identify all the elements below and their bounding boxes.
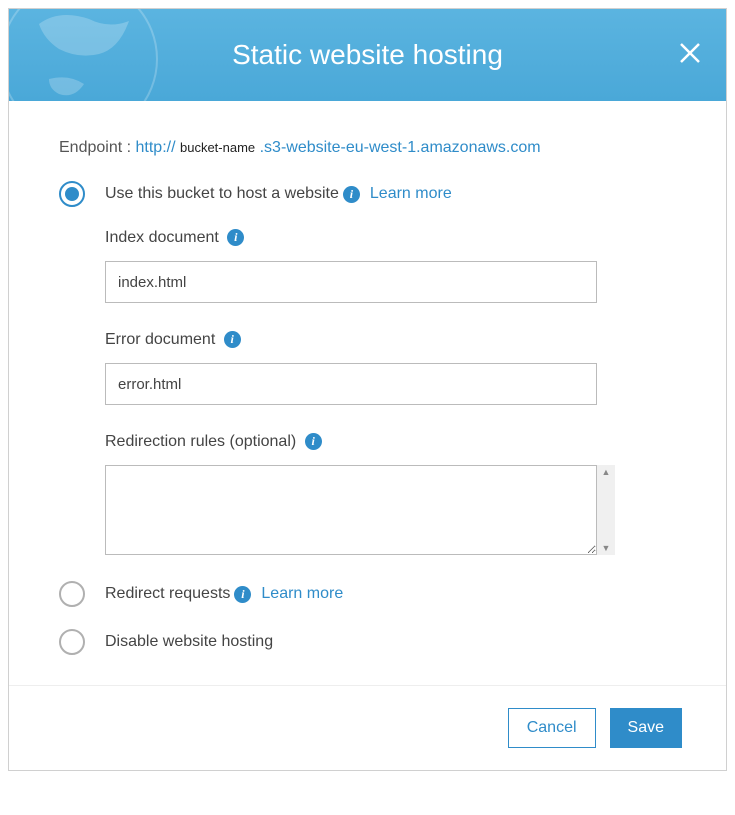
radio-host-website[interactable] [59,181,85,207]
info-icon[interactable]: i [227,229,244,246]
option-disable-hosting[interactable]: Disable website hosting [59,629,676,655]
dialog-content: Endpoint : http:// bucket-name .s3-websi… [9,101,726,685]
endpoint-row: Endpoint : http:// bucket-name .s3-websi… [59,139,676,157]
index-document-input[interactable] [105,261,597,303]
option-disable-label: Disable website hosting [105,633,273,651]
dialog-title: Static website hosting [232,39,503,71]
info-icon[interactable]: i [343,186,360,203]
index-document-label: Index document i [105,229,676,247]
learn-more-link[interactable]: Learn more [370,185,452,203]
option-host-label: Use this bucket to host a website [105,185,339,203]
option-redirect-label: Redirect requests [105,585,230,603]
error-document-label: Error document i [105,331,676,349]
save-button[interactable]: Save [610,708,682,748]
redirection-rules-wrap: ▲ ▼ [105,465,615,555]
cancel-button[interactable]: Cancel [508,708,596,748]
option-redirect-requests[interactable]: Redirect requests i Learn more [59,581,676,607]
close-icon [678,41,702,65]
endpoint-label: Endpoint : [59,139,136,156]
globe-decoration-icon [9,9,209,101]
radio-redirect-requests[interactable] [59,581,85,607]
error-document-input[interactable] [105,363,597,405]
dialog-footer: Cancel Save [9,685,726,770]
close-button[interactable] [678,41,702,70]
endpoint-link[interactable]: http:// bucket-name .s3-website-eu-west-… [136,139,541,156]
redirection-rules-input[interactable] [105,465,597,555]
option-host-website[interactable]: Use this bucket to host a website i Lear… [59,181,676,207]
radio-disable-hosting[interactable] [59,629,85,655]
textarea-scrollbar[interactable]: ▲ ▼ [597,465,615,555]
scroll-up-icon: ▲ [602,467,611,477]
info-icon[interactable]: i [234,586,251,603]
host-website-form: Index document i Error document i Redire… [105,229,676,555]
info-icon[interactable]: i [305,433,322,450]
learn-more-link[interactable]: Learn more [261,585,343,603]
endpoint-bucket-name: bucket-name [180,140,255,155]
static-website-hosting-dialog: Static website hosting Endpoint : http:/… [8,8,727,771]
redirection-rules-label: Redirection rules (optional) i [105,433,676,451]
scroll-down-icon: ▼ [602,543,611,553]
info-icon[interactable]: i [224,331,241,348]
radio-selected-dot-icon [65,187,79,201]
dialog-header: Static website hosting [9,9,726,101]
